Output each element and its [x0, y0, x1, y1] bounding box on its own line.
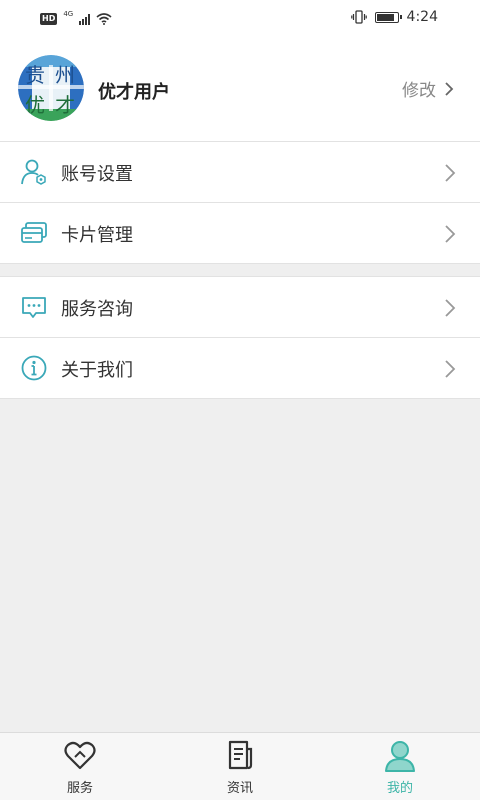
chevron-right-icon: [445, 81, 454, 96]
status-right: 4:24: [350, 9, 438, 25]
avatar-logo-glyph: 贵: [25, 63, 45, 87]
edit-profile-button[interactable]: 修改: [402, 76, 454, 101]
signal-icon: [79, 13, 91, 25]
wifi-icon: [96, 13, 112, 25]
avatar-logo-glyph: 州: [55, 63, 75, 87]
info-icon: [21, 355, 47, 381]
edit-label: 修改: [402, 81, 436, 101]
menu-item-service-consult[interactable]: 服务咨询: [0, 277, 480, 338]
news-icon: [228, 740, 253, 770]
chevron-right-icon: [445, 225, 456, 243]
menu-label-card-management: 卡片管理: [61, 225, 133, 246]
menu-item-account-settings[interactable]: 账号设置: [0, 142, 480, 203]
menu-item-card-management[interactable]: 卡片管理: [0, 203, 480, 264]
bottom-tab-bar: 服务 资讯 我的: [0, 732, 480, 800]
chevron-right-icon: [445, 164, 456, 182]
menu-label-about-us: 关于我们: [61, 360, 133, 381]
avatar-logo: 贵州优才: [18, 55, 84, 121]
status-time: 4:24: [406, 9, 438, 25]
battery-icon: [374, 11, 402, 23]
avatar-logo-glyph: 才: [55, 93, 75, 117]
menu-group-account: 账号设置 卡片管理: [0, 142, 480, 264]
card-icon: [21, 222, 47, 243]
tab-news[interactable]: 资讯: [160, 733, 320, 800]
tab-label-mine: 我的: [386, 781, 413, 796]
battery-level: [376, 13, 394, 21]
avatar[interactable]: 贵州优才: [18, 55, 84, 121]
vibrate-icon: [350, 10, 367, 24]
hd-badge: HD: [40, 13, 58, 25]
menu-label-service-consult: 服务咨询: [61, 299, 133, 320]
chevron-right-icon: [445, 360, 456, 378]
person-icon: [385, 741, 415, 772]
user-settings-icon: [21, 159, 46, 185]
tab-service[interactable]: 服务: [0, 733, 160, 800]
status-left: HD 4G: [40, 10, 112, 28]
avatar-logo-glyph: 优: [25, 93, 45, 117]
tab-label-news: 资讯: [226, 781, 253, 796]
profile-header: 贵州优才 优才用户 修改: [0, 36, 480, 142]
menu-item-about-us[interactable]: 关于我们: [0, 338, 480, 399]
chat-icon: [22, 297, 46, 318]
tab-label-service: 服务: [66, 781, 93, 796]
heart-icon: [64, 741, 96, 770]
chevron-right-icon: [445, 299, 456, 317]
tab-mine[interactable]: 我的: [320, 733, 480, 800]
username: 优才用户: [98, 82, 170, 103]
status-bar: HD 4G 4:24: [0, 0, 480, 36]
menu-group-support: 服务咨询 关于我们: [0, 276, 480, 399]
menu-label-account-settings: 账号设置: [61, 164, 133, 185]
network-type: 4G: [63, 10, 74, 18]
